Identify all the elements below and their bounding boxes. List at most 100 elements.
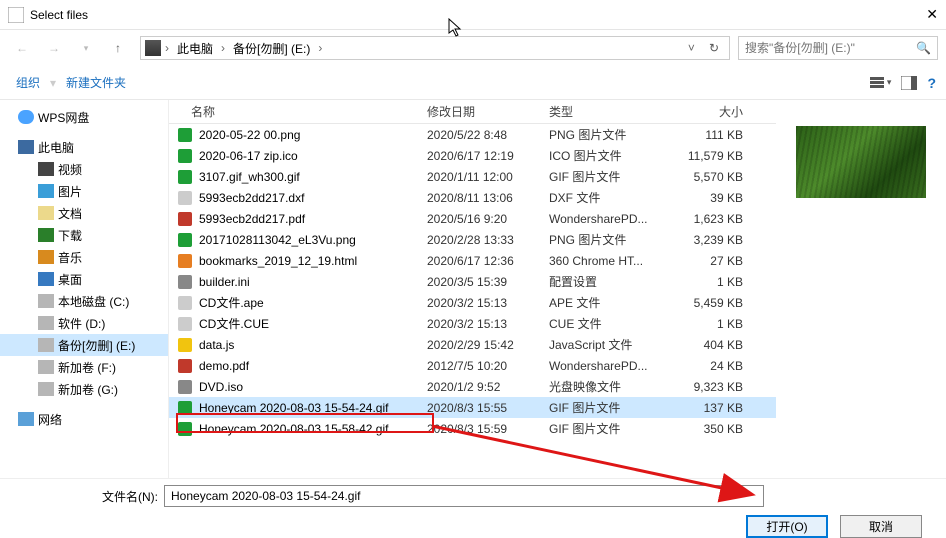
file-name: 2020-06-17 zip.ico [199, 149, 427, 163]
breadcrumb-root[interactable]: 此电脑 [173, 38, 217, 59]
file-size: 39 KB [671, 191, 749, 205]
music-icon [38, 250, 54, 264]
file-icon [177, 253, 193, 269]
file-date: 2020/8/11 13:06 [427, 191, 549, 205]
file-row[interactable]: 5993ecb2dd217.dxf2020/8/11 13:06DXF 文件39… [169, 187, 776, 208]
file-name: DVD.iso [199, 380, 427, 394]
file-type: PNG 图片文件 [549, 231, 671, 248]
up-button[interactable]: ↑ [104, 34, 132, 62]
sidebar-item-downloads[interactable]: 下载 [0, 224, 168, 246]
column-type[interactable]: 类型 [549, 103, 671, 120]
address-dropdown[interactable]: ˅ [684, 41, 699, 55]
column-date[interactable]: 修改日期 [427, 103, 549, 120]
chevron-right-icon: › [221, 41, 225, 55]
recent-dropdown[interactable]: ▾ [72, 34, 100, 62]
file-icon [177, 190, 193, 206]
file-row[interactable]: CD文件.CUE2020/3/2 15:13CUE 文件1 KB [169, 313, 776, 334]
file-row[interactable]: 2020-05-22 00.png2020/5/22 8:48PNG 图片文件1… [169, 124, 776, 145]
file-type: 配置设置 [549, 273, 671, 290]
file-icon [177, 400, 193, 416]
cancel-button[interactable]: 取消 [840, 515, 922, 538]
file-date: 2012/7/5 10:20 [427, 359, 549, 373]
forward-button[interactable]: → [40, 34, 68, 62]
search-box[interactable]: 🔍 [738, 36, 938, 60]
file-type: GIF 图片文件 [549, 399, 671, 416]
file-date: 2020/3/2 15:13 [427, 317, 549, 331]
file-name: Honeycam 2020-08-03 15-58-42.gif [199, 422, 427, 436]
file-icon [177, 316, 193, 332]
sidebar-item-desktop[interactable]: 桌面 [0, 268, 168, 290]
close-button[interactable]: ✕ [898, 6, 938, 23]
search-input[interactable] [745, 41, 916, 55]
sidebar-item-videos[interactable]: 视频 [0, 158, 168, 180]
title-bar: Select files ✕ [0, 0, 946, 30]
cloud-icon [18, 110, 34, 124]
file-size: 9,323 KB [671, 380, 749, 394]
app-icon [8, 7, 24, 23]
sidebar-item-drive-f[interactable]: 新加卷 (F:) [0, 356, 168, 378]
window-title: Select files [30, 8, 898, 22]
file-date: 2020/8/3 15:59 [427, 422, 549, 436]
file-size: 350 KB [671, 422, 749, 436]
file-size: 3,239 KB [671, 233, 749, 247]
sidebar-item-drive-d[interactable]: 软件 (D:) [0, 312, 168, 334]
file-row[interactable]: 3107.gif_wh300.gif2020/1/11 12:00GIF 图片文… [169, 166, 776, 187]
file-row[interactable]: bookmarks_2019_12_19.html2020/6/17 12:36… [169, 250, 776, 271]
body-area: WPS网盘 此电脑 视频 图片 文档 下载 音乐 桌面 本地磁盘 (C:) 软件… [0, 100, 946, 478]
file-type: WondersharePD... [549, 359, 671, 373]
column-name[interactable]: 名称 [191, 103, 427, 120]
file-date: 2020/6/17 12:36 [427, 254, 549, 268]
address-bar[interactable]: › 此电脑 › 备份[勿删] (E:) › ˅ ↻ [140, 36, 730, 60]
sidebar-item-music[interactable]: 音乐 [0, 246, 168, 268]
file-icon [177, 337, 193, 353]
file-type: WondersharePD... [549, 212, 671, 226]
file-row[interactable]: Honeycam 2020-08-03 15-58-42.gif2020/8/3… [169, 418, 776, 439]
file-type: ICO 图片文件 [549, 147, 671, 164]
sidebar-item-network[interactable]: 网络 [0, 408, 168, 430]
documents-icon [38, 206, 54, 220]
organize-button[interactable]: 组织 [10, 70, 46, 95]
filename-label: 文件名(N): [18, 488, 158, 505]
file-row[interactable]: 2020-06-17 zip.ico2020/6/17 12:19ICO 图片文… [169, 145, 776, 166]
file-row[interactable]: 5993ecb2dd217.pdf2020/5/16 9:20Wondersha… [169, 208, 776, 229]
preview-pane-button[interactable] [901, 76, 917, 90]
sidebar-item-wps[interactable]: WPS网盘 [0, 106, 168, 128]
sidebar-item-drive-c[interactable]: 本地磁盘 (C:) [0, 290, 168, 312]
sidebar-item-documents[interactable]: 文档 [0, 202, 168, 224]
sidebar-item-drive-e[interactable]: 备份[勿删] (E:) [0, 334, 168, 356]
sidebar-item-drive-g[interactable]: 新加卷 (G:) [0, 378, 168, 400]
file-type: JavaScript 文件 [549, 336, 671, 353]
sidebar-item-thispc[interactable]: 此电脑 [0, 136, 168, 158]
file-size: 1 KB [671, 317, 749, 331]
file-name: 5993ecb2dd217.pdf [199, 212, 427, 226]
new-folder-button[interactable]: 新建文件夹 [60, 70, 132, 95]
file-icon [177, 379, 193, 395]
file-type: CUE 文件 [549, 315, 671, 332]
file-row[interactable]: builder.ini2020/3/5 15:39配置设置1 KB [169, 271, 776, 292]
chevron-right-icon: › [318, 41, 322, 55]
file-name: CD文件.CUE [199, 315, 427, 332]
file-type: GIF 图片文件 [549, 168, 671, 185]
breadcrumb-path[interactable]: 备份[勿删] (E:) [229, 38, 314, 59]
sidebar-item-pictures[interactable]: 图片 [0, 180, 168, 202]
file-row[interactable]: demo.pdf2012/7/5 10:20WondersharePD...24… [169, 355, 776, 376]
view-mode-button[interactable]: ▾ [869, 76, 892, 90]
open-button[interactable]: 打开(O) [746, 515, 828, 538]
file-date: 2020/5/16 9:20 [427, 212, 549, 226]
file-name: builder.ini [199, 275, 427, 289]
pc-icon [18, 140, 34, 154]
file-size: 1 KB [671, 275, 749, 289]
refresh-button[interactable]: ↻ [703, 41, 725, 55]
column-size[interactable]: 大小 [671, 103, 749, 120]
file-icon [177, 148, 193, 164]
file-row[interactable]: data.js2020/2/29 15:42JavaScript 文件404 K… [169, 334, 776, 355]
file-row[interactable]: DVD.iso2020/1/2 9:52光盘映像文件9,323 KB [169, 376, 776, 397]
back-button[interactable]: ← [8, 34, 36, 62]
file-date: 2020/1/11 12:00 [427, 170, 549, 184]
filename-input[interactable] [164, 485, 764, 507]
help-button[interactable]: ? [927, 75, 936, 91]
file-list[interactable]: 2020-05-22 00.png2020/5/22 8:48PNG 图片文件1… [169, 124, 776, 478]
file-row[interactable]: Honeycam 2020-08-03 15-54-24.gif2020/8/3… [169, 397, 776, 418]
file-row[interactable]: CD文件.ape2020/3/2 15:13APE 文件5,459 KB [169, 292, 776, 313]
file-row[interactable]: 20171028113042_eL3Vu.png2020/2/28 13:33P… [169, 229, 776, 250]
